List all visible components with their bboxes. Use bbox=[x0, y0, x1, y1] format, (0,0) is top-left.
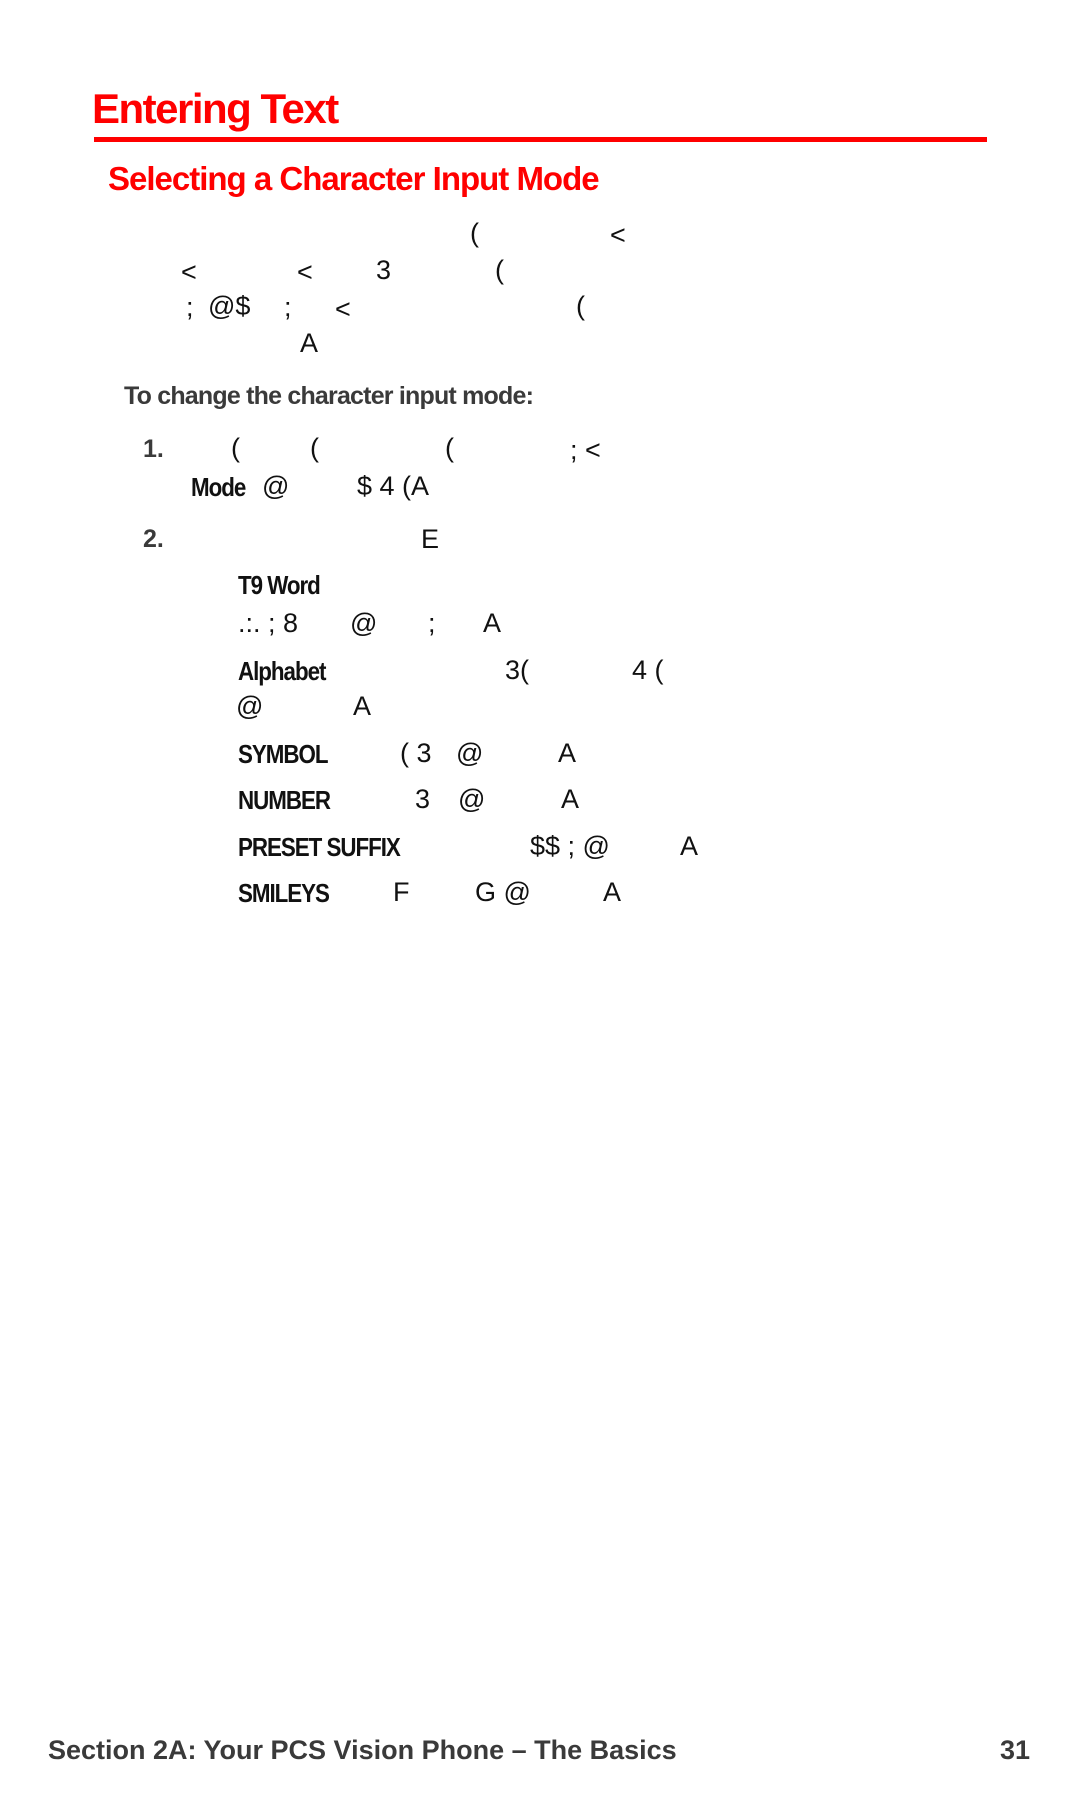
step-glyph: @ bbox=[262, 471, 290, 501]
option-glyph: .:. ; 8 bbox=[238, 608, 299, 638]
step-glyph: ( bbox=[310, 433, 319, 463]
paragraph-glyph: ( bbox=[495, 255, 504, 285]
option-glyph: ; bbox=[428, 608, 436, 638]
paragraph-glyph: 3 bbox=[376, 255, 392, 285]
option-glyph: A bbox=[483, 608, 502, 638]
paragraph-glyph: < bbox=[181, 257, 197, 287]
paragraph-glyph: @$ bbox=[208, 291, 251, 321]
step-glyph: ; < bbox=[570, 435, 601, 465]
option-term: Alphabet bbox=[238, 656, 326, 686]
option-glyph: A bbox=[561, 784, 580, 814]
option-glyph: 3( bbox=[505, 655, 530, 685]
option-term: PRESET SUFFIX bbox=[238, 832, 401, 862]
paragraph-glyph: < bbox=[610, 220, 626, 250]
option-term: NUMBER bbox=[238, 785, 331, 815]
section-subtitle: Selecting a Character Input Mode bbox=[108, 160, 600, 197]
option-glyph: F bbox=[393, 877, 410, 907]
step-number: 2. bbox=[143, 525, 164, 553]
option-glyph: $$ ; @ bbox=[530, 831, 610, 861]
step-glyph: ( bbox=[231, 433, 240, 463]
page-number: 31 bbox=[1000, 1735, 1031, 1765]
paragraph-glyph: ; bbox=[186, 292, 194, 322]
option-glyph: G @ bbox=[475, 877, 531, 907]
step-glyph: ( bbox=[445, 433, 454, 463]
option-glyph: A bbox=[353, 691, 372, 721]
option-glyph: A bbox=[558, 738, 577, 768]
step-number: 1. bbox=[143, 435, 164, 463]
step-glyph: $ 4 (A bbox=[357, 471, 430, 501]
page-title: Entering Text bbox=[92, 85, 339, 132]
option-glyph: @ bbox=[458, 784, 486, 814]
option-glyph: 3 bbox=[415, 784, 431, 814]
paragraph-glyph: ( bbox=[576, 291, 585, 321]
paragraph-glyph: A bbox=[300, 328, 319, 358]
option-term: SYMBOL bbox=[238, 739, 328, 769]
option-glyph: @ bbox=[236, 691, 264, 721]
footer-section-label: Section 2A: Your PCS Vision Phone – The … bbox=[48, 1735, 677, 1765]
option-glyph: A bbox=[603, 877, 622, 907]
title-rule-divider bbox=[94, 137, 987, 142]
option-term: SMILEYS bbox=[238, 878, 330, 908]
option-glyph: @ bbox=[456, 738, 484, 768]
option-glyph: 4 ( bbox=[632, 655, 664, 685]
paragraph-glyph: < bbox=[297, 257, 313, 287]
option-glyph: A bbox=[680, 831, 699, 861]
step-glyph: E bbox=[421, 524, 440, 554]
paragraph-glyph: < bbox=[335, 294, 351, 324]
paragraph-glyph: ; bbox=[284, 292, 292, 322]
option-term: T9 Word bbox=[238, 570, 321, 600]
mode-softkey-label: Mode bbox=[191, 472, 246, 502]
option-glyph: ( 3 bbox=[400, 738, 432, 768]
paragraph-glyph: ( bbox=[470, 218, 479, 248]
option-glyph: @ bbox=[350, 608, 378, 638]
procedure-lead: To change the character input mode: bbox=[124, 382, 534, 410]
